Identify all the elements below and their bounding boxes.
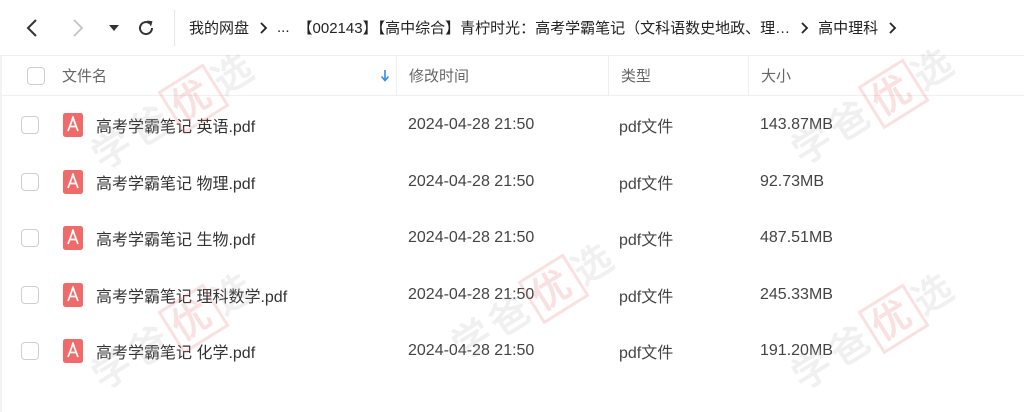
file-type: pdf文件 xyxy=(619,345,674,363)
row-checkbox[interactable] xyxy=(21,116,39,135)
file-type: pdf文件 xyxy=(619,175,674,193)
pdf-file-icon xyxy=(63,282,83,307)
row-checkbox[interactable] xyxy=(21,342,39,361)
forward-button[interactable] xyxy=(62,12,94,44)
chevron-left-icon xyxy=(26,18,37,37)
file-row[interactable]: 高考学霸笔记 理科数学.pdf 2024-04-28 21:50 pdf文件 2… xyxy=(0,267,1024,324)
file-row[interactable]: 高考学霸笔记 物理.pdf 2024-04-28 21:50 pdf文件 92.… xyxy=(0,154,1024,211)
sort-down-arrow-icon xyxy=(380,69,390,82)
file-size: 245.33MB xyxy=(760,285,833,303)
select-all-checkbox[interactable] xyxy=(27,66,45,85)
file-name[interactable]: 高考学霸笔记 理科数学.pdf xyxy=(96,283,408,307)
refresh-button[interactable] xyxy=(130,12,162,44)
breadcrumb-item-current[interactable]: 高中理科 xyxy=(818,17,878,38)
row-checkbox[interactable] xyxy=(21,172,39,191)
toolbar-divider xyxy=(174,9,175,46)
file-modified-time: 2024-04-28 21:50 xyxy=(408,285,535,303)
toolbar: 我的网盘 ... 【002143】【高中综合】青柠时光：高考学霸笔记（文科语数史… xyxy=(0,0,1024,56)
row-checkbox[interactable] xyxy=(21,229,39,248)
file-row[interactable]: 高考学霸笔记 化学.pdf 2024-04-28 21:50 pdf文件 191… xyxy=(0,323,1024,380)
header-select-cell xyxy=(0,56,62,96)
file-modified-time: 2024-04-28 21:50 xyxy=(408,116,535,134)
file-size: 143.87MB xyxy=(760,116,833,134)
file-type: pdf文件 xyxy=(619,232,674,250)
header-size[interactable]: 大小 xyxy=(748,55,1024,96)
file-row[interactable]: 高考学霸笔记 英语.pdf 2024-04-28 21:50 pdf文件 143… xyxy=(0,97,1024,154)
pdf-file-icon xyxy=(63,113,83,138)
breadcrumb-item-ellipsis[interactable]: ... xyxy=(277,19,290,36)
header-name[interactable]: 文件名 xyxy=(62,56,396,96)
file-type: pdf文件 xyxy=(619,288,674,306)
chevron-right-icon xyxy=(259,21,268,34)
file-size: 92.73MB xyxy=(760,172,825,190)
header-size-label: 大小 xyxy=(761,68,792,85)
breadcrumb: 我的网盘 ... 【002143】【高中综合】青柠时光：高考学霸笔记（文科语数史… xyxy=(189,17,906,38)
file-modified-time: 2024-04-28 21:50 xyxy=(408,172,535,190)
row-checkbox[interactable] xyxy=(21,285,39,304)
caret-down-icon xyxy=(109,24,119,31)
file-list: 高考学霸笔记 英语.pdf 2024-04-28 21:50 pdf文件 143… xyxy=(0,97,1024,380)
file-manager-window: 我的网盘 ... 【002143】【高中综合】青柠时光：高考学霸笔记（文科语数史… xyxy=(0,0,1024,412)
refresh-icon xyxy=(139,20,154,35)
chevron-right-icon xyxy=(800,21,809,34)
column-header: 文件名 修改时间 类型 大小 xyxy=(0,55,1024,96)
file-size: 487.51MB xyxy=(760,229,833,247)
pdf-file-icon xyxy=(63,339,83,364)
chevron-right-icon xyxy=(73,18,84,37)
file-type: pdf文件 xyxy=(619,119,674,137)
chevron-right-icon xyxy=(888,21,897,34)
breadcrumb-item-root[interactable]: 我的网盘 xyxy=(189,17,249,38)
file-name[interactable]: 高考学霸笔记 生物.pdf xyxy=(96,226,408,250)
file-name[interactable]: 高考学霸笔记 化学.pdf xyxy=(96,339,408,363)
header-time-label: 修改时间 xyxy=(409,68,470,85)
file-name[interactable]: 高考学霸笔记 物理.pdf xyxy=(96,170,408,194)
history-dropdown-button[interactable] xyxy=(104,12,124,44)
header-type-label: 类型 xyxy=(621,68,652,85)
file-row[interactable]: 高考学霸笔记 生物.pdf 2024-04-28 21:50 pdf文件 487… xyxy=(0,210,1024,267)
file-size: 191.20MB xyxy=(760,342,833,360)
file-modified-time: 2024-04-28 21:50 xyxy=(408,342,535,360)
pdf-file-icon xyxy=(63,226,83,251)
file-name[interactable]: 高考学霸笔记 英语.pdf xyxy=(96,113,408,137)
header-type[interactable]: 类型 xyxy=(608,55,748,96)
header-modified-time[interactable]: 修改时间 xyxy=(396,55,608,96)
back-button[interactable] xyxy=(16,12,48,44)
header-name-label: 文件名 xyxy=(62,68,108,85)
pdf-file-icon xyxy=(63,169,83,194)
file-modified-time: 2024-04-28 21:50 xyxy=(408,229,535,247)
breadcrumb-item-folder[interactable]: 【002143】【高中综合】青柠时光：高考学霸笔记（文科语数史地政、理… xyxy=(298,17,791,38)
